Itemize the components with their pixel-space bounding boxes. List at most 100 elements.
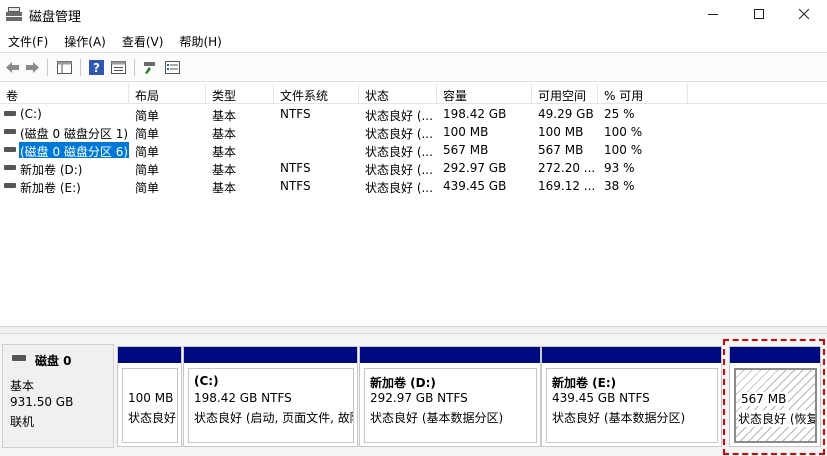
capacity-cell: 567 MB: [443, 143, 489, 157]
status-cell: 状态良好 (...: [365, 163, 433, 177]
partition-name: (C:): [194, 374, 219, 388]
menu-help[interactable]: 帮助(H): [171, 29, 229, 51]
table-row[interactable]: 新加卷 (E:) 简单 基本 NTFS 状态良好 (... 439.45 GB …: [0, 177, 700, 195]
layout-cell: 简单: [135, 181, 160, 195]
status-cell: 状态良好 (...: [365, 127, 433, 141]
layout-cell: 简单: [135, 145, 160, 159]
capacity-cell: 292.97 GB: [443, 161, 507, 175]
close-button[interactable]: [781, 0, 827, 28]
filesystem-cell: NTFS: [280, 161, 311, 175]
console-tree-icon[interactable]: [56, 59, 73, 76]
forward-icon[interactable]: [24, 59, 41, 76]
volume-name: (磁盘 0 磁盘分区 1): [20, 127, 129, 141]
capacity-cell: 439.45 GB: [443, 179, 507, 193]
menu-action[interactable]: 操作(A): [56, 29, 114, 51]
percent-free-cell: 38 %: [604, 179, 635, 193]
list-view-icon[interactable]: [164, 59, 181, 76]
layout-cell: 简单: [135, 163, 160, 177]
partition-name: 新加卷 (E:): [552, 376, 617, 390]
table-row[interactable]: 新加卷 (D:) 简单 基本 NTFS 状态良好 (... 292.97 GB …: [0, 159, 700, 177]
free-space-cell: 169.12 ...: [538, 179, 596, 193]
filesystem-cell: NTFS: [280, 107, 311, 121]
layout-cell: 简单: [135, 127, 160, 141]
pane-splitter[interactable]: [0, 326, 827, 334]
menu-bar: 文件(F) 操作(A) 查看(V) 帮助(H): [0, 29, 230, 51]
partition-status: 状态良好: [128, 411, 177, 425]
column-header-free-space[interactable]: 可用空间: [532, 84, 598, 104]
table-row[interactable]: (磁盘 0 磁盘分区 6) 简单 基本 状态良好 (... 567 MB 567…: [0, 141, 700, 159]
maximize-button[interactable]: [736, 0, 782, 28]
capacity-cell: 198.42 GB: [443, 107, 507, 121]
partition-status: 状态良好 (基本数据分区): [370, 411, 504, 425]
partition-header: [184, 347, 357, 363]
maximize-icon: [754, 9, 764, 19]
help-icon[interactable]: ?: [88, 59, 105, 76]
table-row[interactable]: (磁盘 0 磁盘分区 1) 简单 基本 状态良好 (... 100 MB 100…: [0, 123, 700, 141]
column-header-capacity[interactable]: 容量: [437, 84, 532, 104]
type-cell: 基本: [212, 145, 237, 159]
capacity-cell: 100 MB: [443, 125, 489, 139]
partition-status: 状态良好 (基本数据分区): [552, 411, 686, 425]
percent-free-cell: 100 %: [604, 125, 643, 139]
partition-block[interactable]: 100 MB 状态良好: [117, 346, 182, 447]
volume-icon: [4, 111, 16, 116]
partition-block[interactable]: (C:) 198.42 GB NTFS 状态良好 (启动, 页面文件, 故障: [183, 346, 358, 447]
volume-name: (C:): [20, 107, 42, 121]
partition-size: 292.97 GB NTFS: [370, 391, 468, 405]
column-header-volume[interactable]: 卷: [0, 84, 129, 104]
volume-icon: [4, 165, 16, 170]
partition-size: 100 MB: [128, 391, 174, 405]
status-cell: 状态良好 (...: [365, 181, 433, 195]
percent-free-cell: 100 %: [604, 143, 643, 157]
svg-text:?: ?: [93, 61, 100, 75]
properties-icon[interactable]: [110, 59, 127, 76]
type-cell: 基本: [212, 127, 237, 141]
volume-name: 新加卷 (D:): [20, 163, 83, 177]
layout-cell: 简单: [135, 109, 160, 123]
disk-title: 磁盘 0: [35, 354, 72, 368]
free-space-cell: 100 MB: [538, 125, 584, 139]
partition-name: 新加卷 (D:): [370, 376, 436, 390]
volume-list: 卷 布局 类型 文件系统 状态 容量 可用空间 % 可用 (C:) 简单 基本 …: [0, 84, 827, 324]
volume-name: 新加卷 (E:): [20, 181, 81, 195]
title-bar: 磁盘管理: [0, 0, 827, 28]
volume-icon: [4, 183, 16, 188]
partition-status: 状态良好 (启动, 页面文件, 故障: [194, 411, 354, 425]
partition-size: 439.45 GB NTFS: [552, 391, 650, 405]
percent-free-cell: 25 %: [604, 107, 635, 121]
percent-free-cell: 93 %: [604, 161, 635, 175]
partition-block[interactable]: 新加卷 (D:) 292.97 GB NTFS 状态良好 (基本数据分区): [359, 346, 541, 447]
partition-block[interactable]: 新加卷 (E:) 439.45 GB NTFS 状态良好 (基本数据分区): [541, 346, 722, 447]
minimize-button[interactable]: [690, 0, 736, 28]
highlight-frame: [723, 339, 825, 455]
type-cell: 基本: [212, 163, 237, 177]
volume-list-header: 卷 布局 类型 文件系统 状态 容量 可用空间 % 可用: [0, 84, 827, 104]
disk-info-panel[interactable]: 磁盘 0 基本 931.50 GB 联机: [2, 344, 114, 448]
disk-graphical-view: 磁盘 0 基本 931.50 GB 联机 100 MB 状态良好 (C:) 19…: [0, 334, 827, 456]
partition-header: [118, 347, 181, 363]
type-cell: 基本: [212, 181, 237, 195]
free-space-cell: 272.20 ...: [538, 161, 596, 175]
type-cell: 基本: [212, 109, 237, 123]
column-header-status[interactable]: 状态: [359, 84, 437, 104]
column-header-layout[interactable]: 布局: [129, 84, 206, 104]
disk-management-icon: [6, 7, 22, 21]
close-icon: [798, 8, 810, 20]
volume-icon: [4, 147, 16, 152]
column-header-percent-free[interactable]: % 可用: [598, 84, 688, 104]
connect-icon[interactable]: [141, 59, 158, 76]
menu-file[interactable]: 文件(F): [0, 29, 56, 51]
free-space-cell: 49.29 GB: [538, 107, 594, 121]
disk-type: 基本: [10, 379, 35, 393]
volume-name: (磁盘 0 磁盘分区 6): [19, 142, 130, 159]
partition-size: 198.42 GB NTFS: [194, 391, 292, 405]
volume-icon: [4, 129, 16, 134]
table-row[interactable]: (C:) 简单 基本 NTFS 状态良好 (... 198.42 GB 49.2…: [0, 105, 700, 123]
menu-view[interactable]: 查看(V): [114, 29, 172, 51]
status-cell: 状态良好 (...: [365, 145, 433, 159]
column-header-filesystem[interactable]: 文件系统: [274, 84, 359, 104]
back-icon[interactable]: [4, 59, 21, 76]
toolbar: ?: [0, 52, 827, 82]
column-header-type[interactable]: 类型: [206, 84, 274, 104]
disk-icon: [12, 355, 26, 361]
